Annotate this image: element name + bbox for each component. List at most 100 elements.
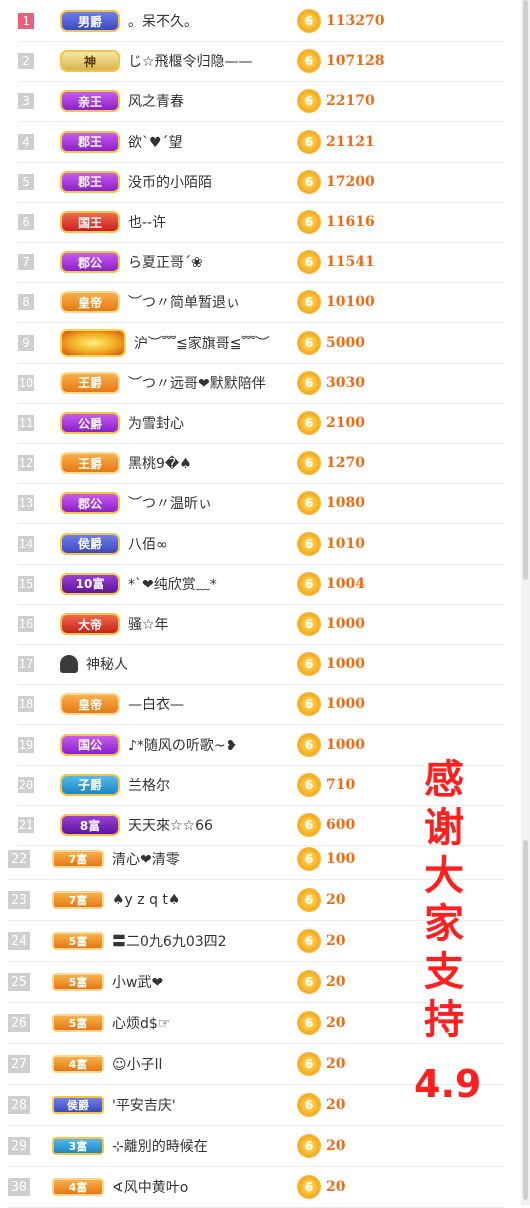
amount-group: 6 20 xyxy=(298,889,345,911)
rank-badge: 子爵 xyxy=(60,773,120,796)
amount-group: 6 11541 xyxy=(298,251,375,274)
contribution-amount: 710 xyxy=(326,776,356,793)
rank-number: 12 xyxy=(18,455,34,472)
rank-number: 23 xyxy=(8,891,30,909)
coin-icon: 6 xyxy=(298,492,320,515)
rank-badge: 公爵 xyxy=(60,412,120,434)
user-name[interactable]: 神秘人 xyxy=(86,654,504,674)
rank-badge: 4富 xyxy=(52,1055,104,1073)
ranking-row[interactable]: 17 神秘人 6 1000 xyxy=(18,644,504,686)
contribution-amount: 20 xyxy=(326,892,346,908)
rank-number: 17 xyxy=(18,656,34,673)
ranking-row[interactable]: 9 沪︶﹌≦家旗哥≦﹌︶ 6 5000 xyxy=(18,323,504,364)
amount-group: 6 20 xyxy=(298,930,345,952)
coin-icon: 6 xyxy=(298,1094,320,1116)
coin-icon: 6 xyxy=(298,50,320,73)
rank-badge: 皇帝 xyxy=(60,693,120,716)
thanks-char: 感 xyxy=(424,757,464,803)
rank-badge: 5富 xyxy=(52,932,104,950)
ranking-row[interactable]: 12 王爵 黑桃9�♠ 6 1270 xyxy=(18,443,504,485)
rank-number: 4 xyxy=(18,133,34,150)
coin-icon: 6 xyxy=(298,653,320,676)
coin-icon: 6 xyxy=(298,930,320,952)
coin-icon: 6 xyxy=(298,1135,320,1157)
contribution-amount: 20 xyxy=(326,1056,346,1072)
amount-group: 6 600 xyxy=(298,814,355,836)
amount-group: 6 11616 xyxy=(298,211,375,233)
scrollbar-thumb-lower[interactable] xyxy=(523,840,528,1200)
rank-badge: 王爵 xyxy=(60,452,120,475)
ranking-row[interactable]: 13 郡公 ︶つ〃温昕ぃ 6 1080 xyxy=(18,483,504,525)
ranking-row[interactable]: 14 侯爵 八佰∞ 6 1010 xyxy=(18,524,504,565)
contribution-amount: 1004 xyxy=(326,575,365,592)
amount-group: 6 17200 xyxy=(298,170,375,193)
contribution-amount: 1270 xyxy=(326,455,365,472)
amount-group: 6 20 xyxy=(298,1094,345,1116)
rank-badge: 国公 xyxy=(60,733,120,756)
rank-badge: 3富 xyxy=(52,1137,104,1155)
ranking-row[interactable]: 6 国王 也--许 6 11616 xyxy=(18,202,504,243)
ranking-row[interactable]: 4 郡王 欲ˋ♥ˊ望 6 21121 xyxy=(18,122,504,163)
ranking-row[interactable]: 15 10富 *ˋ❤纯欣赏﹏* 6 1004 xyxy=(18,564,504,605)
thanks-char: 持 xyxy=(424,997,464,1043)
thanks-char: 大 xyxy=(424,853,464,899)
contribution-amount: 3030 xyxy=(326,374,365,391)
coin-icon: 6 xyxy=(298,532,320,555)
rank-number: 6 xyxy=(18,214,34,230)
contribution-amount: 100 xyxy=(326,851,356,867)
contribution-amount: 1000 xyxy=(326,736,365,753)
coin-icon: 6 xyxy=(298,889,320,911)
rank-badge: 大帝 xyxy=(60,613,120,635)
rank-badge: 郡公 xyxy=(60,251,120,274)
contribution-amount: 1010 xyxy=(326,535,365,552)
rank-number: 24 xyxy=(8,932,30,950)
ranking-row[interactable]: 1 男爵 。呆不久。 6 113270 xyxy=(18,1,504,42)
rank-badge: 皇帝 xyxy=(60,291,120,314)
rank-badge: 郡王 xyxy=(60,130,120,153)
contribution-amount: 2100 xyxy=(326,415,365,431)
thanks-char: 谢 xyxy=(424,805,464,851)
coin-icon: 6 xyxy=(298,572,320,595)
rank-number: 5 xyxy=(18,173,34,190)
contribution-amount: 20 xyxy=(326,974,346,990)
rank-number: 26 xyxy=(8,1014,30,1032)
amount-group: 6 3030 xyxy=(298,371,365,394)
ranking-row[interactable]: 29 3富 ⊹離別的時候在 6 20 xyxy=(8,1126,504,1167)
ranking-row[interactable]: 16 大帝 骚☆年 6 1000 xyxy=(18,604,504,645)
rank-number: 22 xyxy=(8,850,30,868)
rank-badge: 国王 xyxy=(60,211,120,233)
ranking-row[interactable]: 8 皇帝 ︶つ〃简单暂退ぃ 6 10100 xyxy=(18,282,504,324)
rank-badge: 男爵 xyxy=(60,10,120,32)
ranking-row[interactable]: 18 皇帝 —白衣— 6 1000 xyxy=(18,684,504,726)
rank-number: 8 xyxy=(18,294,34,311)
ranking-row[interactable]: 5 郡王 没币的小陌陌 6 17200 xyxy=(18,162,504,203)
rank-number: 1 xyxy=(18,13,34,29)
ranking-row[interactable]: 2 神じ☆飛椻令归隐—— 6 107128 xyxy=(18,41,504,83)
rank-number: 16 xyxy=(18,616,34,632)
amount-group: 6 1004 xyxy=(298,572,365,595)
coin-icon: 6 xyxy=(298,452,320,475)
ranking-row[interactable]: 11 公爵 为雪封心 6 2100 xyxy=(18,403,504,444)
contribution-amount: 20 xyxy=(326,1015,346,1031)
ranking-row[interactable]: 7 郡公 ら夏正哥ˊ❀ 6 11541 xyxy=(18,242,504,284)
ranking-row[interactable]: 10 王爵 ︶つ〃远哥❤默默陪伴 6 3030 xyxy=(18,363,504,404)
scrollbar-thumb-upper[interactable] xyxy=(523,0,528,580)
amount-group: 6 1000 xyxy=(298,613,365,635)
ranking-row[interactable]: 30 4富 ∢风中黄叶o 6 20 xyxy=(8,1167,504,1208)
coin-icon: 6 xyxy=(298,331,320,354)
rank-number: 15 xyxy=(18,575,34,592)
amount-group: 6 1270 xyxy=(298,452,365,475)
crown-badge-icon xyxy=(60,328,126,357)
rank-number: 18 xyxy=(18,696,34,713)
amount-group: 6 2100 xyxy=(298,412,365,434)
contribution-amount: 10100 xyxy=(326,294,375,311)
rank-number: 29 xyxy=(8,1137,30,1155)
contribution-amount: 1000 xyxy=(326,696,365,713)
thanks-overlay: 感 谢 大 家 支 持 4.9 xyxy=(414,756,481,1108)
coin-icon: 6 xyxy=(298,130,320,153)
amount-group: 6 1010 xyxy=(298,532,365,555)
amount-group: 6 22170 xyxy=(298,90,375,113)
rank-number: 10 xyxy=(18,374,34,391)
contribution-amount: 600 xyxy=(326,817,356,833)
ranking-row[interactable]: 3 亲王 风之青春 6 22170 xyxy=(18,81,504,123)
